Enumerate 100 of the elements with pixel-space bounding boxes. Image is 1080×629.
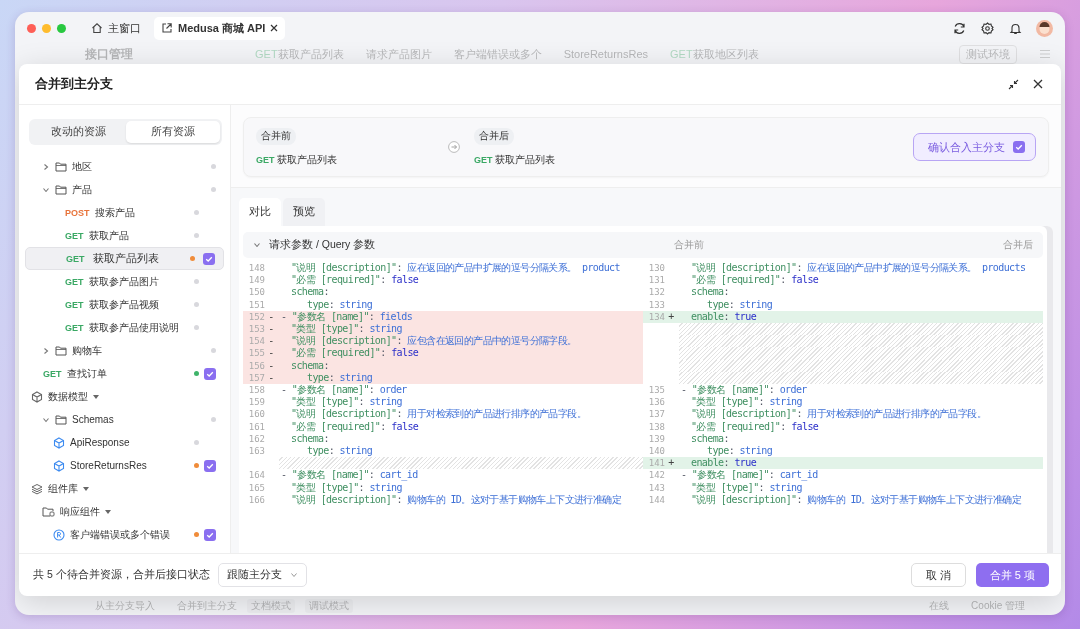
after-label: 合并后 <box>474 127 514 145</box>
folder-icon <box>55 184 67 195</box>
chevron-right-icon[interactable] <box>42 346 50 355</box>
code-line: type: string <box>306 445 373 458</box>
chevron-down-icon[interactable] <box>253 241 261 249</box>
diff-marker: - <box>268 371 274 383</box>
view-tab[interactable]: 预览 <box>283 198 325 226</box>
tree-item[interactable]: 数据模型 <box>25 385 224 408</box>
line-number: 153 <box>247 323 265 336</box>
diff-marker: - <box>268 310 274 322</box>
line-number: 138 <box>647 420 665 433</box>
line-number: 164 <box>247 469 265 482</box>
code-line: "说明 [description]": 购物车的 ID。这对于基于购物车上下文进行准确定 <box>690 493 1022 507</box>
tree-item[interactable]: GET 获取参产品图片 <box>25 270 224 293</box>
confirm-merge-button[interactable]: 确认合入主分支 <box>913 133 1036 161</box>
line-number: 157 <box>247 371 265 385</box>
close-window-button[interactable] <box>27 23 36 33</box>
code-line: "必需 [required]": false <box>290 347 419 360</box>
tree-item[interactable]: GET 获取产品 <box>25 224 224 247</box>
endpoint-name: GET 获取产品列表 <box>256 152 339 167</box>
close-icon[interactable] <box>1033 79 1043 89</box>
close-icon[interactable] <box>270 24 279 32</box>
dropdown-caret-icon[interactable] <box>93 394 99 399</box>
tree-item[interactable]: GET 获取产品列表 <box>25 247 224 270</box>
window-tab[interactable]: 主窗口 <box>84 16 148 40</box>
code-line: schema: <box>290 432 329 446</box>
line-number: 165 <box>247 481 265 494</box>
code-line: "类型 [type]": string <box>690 396 802 409</box>
tree-item[interactable]: ApiResponse <box>25 431 224 454</box>
code-line: "类型 [type]": string <box>290 396 402 409</box>
diff-marker: - <box>268 359 274 371</box>
diff-marker: - <box>268 323 274 334</box>
code-line: "类型 [type]": string <box>290 323 402 336</box>
tree-item[interactable]: 响应组件 <box>25 500 224 523</box>
checkbox[interactable] <box>204 528 216 541</box>
tree-item[interactable]: 购物车 <box>25 339 224 362</box>
view-tab[interactable]: 对比 <box>239 198 281 226</box>
checkbox[interactable] <box>1013 141 1025 153</box>
cube-icon <box>53 459 65 472</box>
tree-item[interactable]: GET 获取参产品视频 <box>25 293 224 316</box>
tree-item[interactable]: 组件库 <box>25 477 224 500</box>
code-line: - "参数名 [name]": order <box>280 384 407 397</box>
segment-tab[interactable]: 所有资源 <box>125 121 220 143</box>
cancel-button[interactable]: 取 消 <box>910 563 966 587</box>
dialog-title: 合并到主分支 <box>35 75 113 93</box>
dropdown-caret-icon[interactable] <box>83 486 89 491</box>
tree-item[interactable]: GET 查找订单 <box>25 362 224 385</box>
tree-item[interactable]: POST 搜索产品 <box>25 201 224 224</box>
checkbox[interactable] <box>204 367 216 380</box>
dropdown-caret-icon[interactable] <box>105 509 111 514</box>
avatar[interactable] <box>1036 19 1053 37</box>
code-line: "说明 [description]": 用于对检索到的产品进行排序的产品字段。 <box>690 408 986 421</box>
folder-icon <box>42 506 55 517</box>
chevron-down-icon <box>289 571 298 579</box>
chevron-down-icon[interactable] <box>42 415 50 424</box>
bell-icon[interactable] <box>1009 21 1022 35</box>
line-number: 130 <box>647 262 665 275</box>
refresh-icon[interactable] <box>953 21 966 35</box>
checkbox[interactable] <box>203 252 215 265</box>
tree-item[interactable]: Schemas <box>25 408 224 431</box>
status-select[interactable]: 跟随主分支 <box>217 563 307 587</box>
zoom-window-button[interactable] <box>57 23 66 33</box>
cube-icon <box>31 390 43 403</box>
line-number: 156 <box>247 359 265 372</box>
collapse-icon[interactable] <box>1008 78 1019 90</box>
line-number: 160 <box>247 408 265 421</box>
window-tab[interactable]: Medusa 商城 API <box>154 16 286 40</box>
line-number: 151 <box>247 298 265 311</box>
code-line: type: string <box>706 298 773 311</box>
line-number: 139 <box>647 432 665 446</box>
tree-item[interactable]: StoreReturnsRes <box>25 454 224 477</box>
merge-button[interactable]: 合并 5 项 <box>975 563 1049 587</box>
tree-item[interactable]: GET 获取参产品使用说明 <box>25 316 224 339</box>
settings-icon[interactable] <box>981 21 994 35</box>
code-line: schema: <box>690 286 729 299</box>
line-number: 132 <box>647 286 665 299</box>
diff-marker: - <box>268 347 274 359</box>
tree-item[interactable]: 产品 <box>25 178 224 201</box>
chevron-right-icon[interactable] <box>42 162 50 171</box>
endpoint-name: GET 获取产品列表 <box>474 152 557 167</box>
line-number: 163 <box>247 445 265 458</box>
section-header[interactable]: 请求参数 / Query 参数 合并前 合并后 <box>243 232 1043 258</box>
tree-item[interactable]: 客户端错误或多个错误 <box>25 523 224 546</box>
checkbox[interactable] <box>204 459 216 472</box>
line-number: 158 <box>247 384 265 397</box>
line-number: 144 <box>647 493 665 507</box>
line-number: 152 <box>247 310 265 323</box>
code-line: "类型 [type]": string <box>290 481 402 494</box>
line-number: 142 <box>647 469 665 482</box>
page-title: 接口管理 <box>85 45 133 63</box>
code-line: "必需 [required]": false <box>690 274 819 287</box>
line-number: 159 <box>247 396 265 409</box>
code-line: schema: <box>290 286 329 299</box>
chevron-down-icon[interactable] <box>42 185 50 194</box>
segment-tab[interactable]: 改动的资源 <box>31 121 126 143</box>
tree-item[interactable]: 地区 <box>25 155 224 178</box>
line-number: 166 <box>247 493 265 507</box>
diff-marker: + <box>668 310 674 322</box>
code-line: "说明 [description]": 应包含在返回的产品中的逗号分隔字段。 <box>290 335 577 348</box>
line-number: 136 <box>647 396 665 409</box>
